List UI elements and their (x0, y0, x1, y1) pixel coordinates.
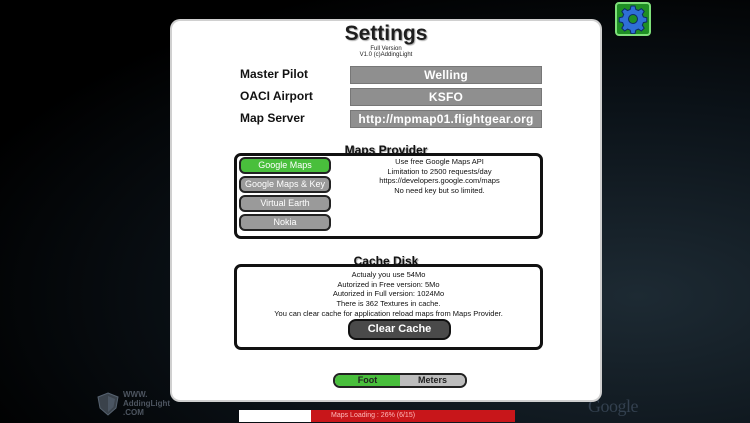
maps-provider-box: Google Maps Google Maps & Key Virtual Ea… (234, 153, 543, 239)
provider-virtual-earth-button[interactable]: Virtual Earth (239, 195, 331, 212)
units-toggle[interactable]: Foot Meters (333, 373, 467, 388)
shield-icon (97, 391, 119, 416)
provider-google-maps-key-button[interactable]: Google Maps & Key (239, 176, 331, 193)
cache-note: You can clear cache for application relo… (274, 309, 503, 318)
provider-description-line: Use free Google Maps API (395, 157, 484, 166)
unit-meters-option[interactable]: Meters (400, 375, 465, 386)
master-pilot-label: Master Pilot (240, 67, 309, 81)
settings-panel: Settings Full Version V1.0 (c)AddingLigh… (172, 21, 600, 400)
map-background: WWW. AddingLight .COM Google Maps Loadin… (0, 0, 750, 423)
loading-bar-segment-white (239, 410, 311, 422)
cache-info-line: Autorized in Free version: 5Mo (337, 279, 440, 289)
provider-google-maps-button[interactable]: Google Maps (239, 157, 331, 174)
cache-info-line: Actualy you use 54Mo (351, 270, 426, 279)
unit-foot-option[interactable]: Foot (335, 375, 400, 386)
provider-nokia-button[interactable]: Nokia (239, 214, 331, 231)
clear-cache-button[interactable]: Clear Cache (348, 319, 451, 340)
map-server-label: Map Server (240, 111, 305, 125)
version-number: V1.0 (c)AddingLight (359, 52, 413, 58)
brand-line: .COM (123, 408, 144, 417)
map-server-field[interactable]: http://mpmap01.flightgear.org (350, 110, 542, 128)
loading-text: Maps Loading : 26% (6/15) (331, 412, 416, 419)
addinglight-logo: WWW. AddingLight .COM (97, 390, 170, 417)
cache-info-line: Autorized in Full version: 1024Mo (332, 289, 445, 299)
oaci-airport-label: OACI Airport (240, 89, 313, 103)
oaci-airport-field[interactable]: KSFO (350, 88, 542, 106)
cache-info: Actualy you use 54Mo Autorized in Free v… (237, 270, 540, 308)
settings-button[interactable] (615, 2, 651, 36)
provider-description: Use free Google Maps API Limitation to 2… (337, 157, 542, 195)
page-title: Settings (344, 22, 428, 45)
provider-description-line: https://developers.google.com/maps (379, 176, 500, 186)
provider-description-line: Limitation to 2500 requests/day (387, 166, 492, 176)
brand-line: AddingLight (123, 399, 171, 408)
provider-description-line: No need key but so limited. (394, 185, 485, 195)
brand-line: WWW. (123, 390, 148, 399)
provider-list: Google Maps Google Maps & Key Virtual Ea… (239, 157, 333, 233)
gear-icon (618, 5, 648, 34)
cache-info-line: There is 362 Textures in cache. (336, 298, 441, 308)
master-pilot-field[interactable]: Welling (350, 66, 542, 84)
cache-disk-box: Actualy you use 54Mo Autorized in Free v… (234, 264, 543, 350)
loading-bar: Maps Loading : 26% (6/15) (239, 410, 515, 422)
